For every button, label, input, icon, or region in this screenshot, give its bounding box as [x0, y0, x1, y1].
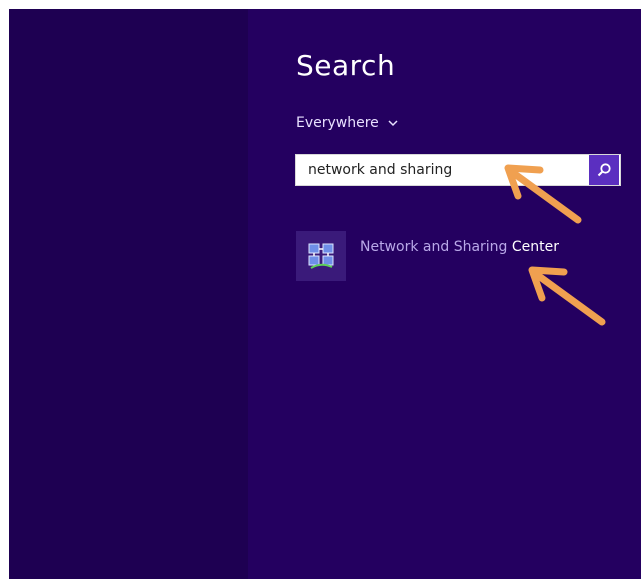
result-label-highlight: Center — [511, 239, 560, 255]
left-pane — [9, 9, 248, 579]
result-label-prefix: Network and Sharing — [360, 239, 512, 255]
scope-label: Everywhere — [296, 115, 379, 131]
search-title: Search — [296, 49, 396, 82]
search-button[interactable] — [589, 155, 619, 185]
chevron-down-icon — [388, 120, 398, 127]
search-result-label: Network and Sharing Center — [360, 239, 559, 255]
search-result-network-and-sharing-center[interactable]: Network and Sharing Center — [296, 231, 559, 281]
scope-dropdown[interactable]: Everywhere — [296, 115, 399, 131]
search-pane: Search Everywhere network and sharing Ne… — [248, 9, 641, 579]
screen-frame: Search Everywhere network and sharing Ne… — [9, 9, 641, 579]
search-box — [295, 154, 621, 186]
search-input[interactable] — [296, 155, 589, 185]
network-sharing-icon — [296, 231, 346, 281]
search-icon — [597, 163, 611, 177]
